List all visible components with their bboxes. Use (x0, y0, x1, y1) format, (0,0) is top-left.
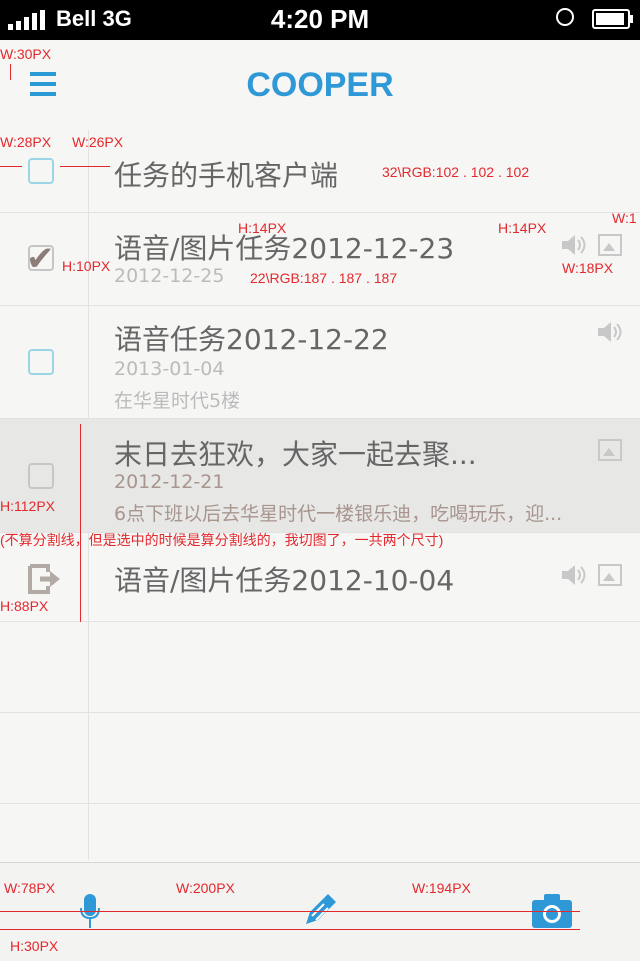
checkbox-icon[interactable] (28, 463, 54, 489)
annotation-label: (不算分割线，但是选中的时候是算分割线的，我切图了，一共两个尺寸) (0, 532, 444, 548)
checkbox-icon[interactable] (28, 349, 54, 375)
annotation-label: H:112PX (0, 498, 55, 514)
task-note: 在华星时代5楼 (114, 390, 241, 412)
annotation-label: W:18PX (562, 260, 614, 276)
annotation-label: W:28PX (0, 134, 52, 150)
annotation-label: 22\RGB:187 . 187 . 187 (250, 270, 398, 286)
annotation-label: W:1 (612, 210, 637, 226)
annotation-line (10, 64, 11, 80)
task-title: 语音/图片任务2012-10-04 (114, 564, 455, 597)
image-icon[interactable] (598, 439, 622, 461)
image-icon[interactable] (598, 234, 622, 256)
status-time: 4:20 PM (270, 4, 370, 34)
exit-icon[interactable] (28, 564, 62, 594)
task-title: 末日去狂欢，大家一起去聚... (114, 438, 477, 471)
battery-icon (592, 9, 630, 29)
alarm-icon (556, 8, 574, 26)
task-date: 2013-01-04 (114, 358, 225, 380)
empty-row (0, 713, 640, 804)
annotation-label: W:30PX (0, 46, 52, 62)
annotation-line (0, 166, 22, 167)
task-date: 2012-12-25 (114, 265, 225, 287)
task-title: 语音任务2012-12-22 (114, 323, 389, 356)
task-title: 任务的手机客户端 (114, 159, 339, 192)
battery-tip (630, 15, 633, 23)
annotation-label: H:10PX (62, 258, 111, 274)
checkbox-icon[interactable] (28, 245, 54, 271)
speaker-icon[interactable] (560, 233, 588, 257)
annotation-label: H:88PX (0, 598, 49, 614)
annotation-label: W:26PX (72, 134, 124, 150)
annotation-label: H:14PX (238, 220, 287, 236)
annotation-label: W:200PX (176, 880, 235, 896)
checkbox-icon[interactable] (28, 158, 54, 184)
annotation-label: H:14PX (498, 220, 547, 236)
task-row-selected[interactable]: 末日去狂欢，大家一起去聚... 2012-12-21 6点下班以后去华星时代一楼… (0, 419, 640, 533)
pen-icon[interactable] (300, 890, 340, 930)
annotation-line (60, 166, 110, 167)
page-title: COOPER (246, 66, 394, 104)
image-icon[interactable] (598, 564, 622, 586)
annotation-label: W:78PX (4, 880, 56, 896)
task-date: 2012-12-21 (114, 471, 225, 493)
annotation-line (0, 929, 580, 930)
speaker-icon[interactable] (596, 320, 624, 344)
microphone-icon[interactable] (80, 894, 100, 930)
annotation-label: H:30PX (10, 938, 59, 954)
task-row[interactable]: 语音任务2012-12-22 2013-01-04 在华星时代5楼 (0, 306, 640, 419)
annotation-label: 32\RGB:102 . 102 . 102 (382, 164, 530, 180)
annotation-label: W:194PX (412, 880, 471, 896)
task-note: 6点下班以后去华星时代一楼银乐迪，吃喝玩乐，迎... (114, 503, 563, 525)
empty-row (0, 622, 640, 713)
annotation-line (0, 911, 580, 912)
annotation-line (80, 424, 81, 622)
speaker-icon[interactable] (560, 563, 588, 587)
status-bar: Bell 3G 4:20 PM (0, 0, 640, 40)
